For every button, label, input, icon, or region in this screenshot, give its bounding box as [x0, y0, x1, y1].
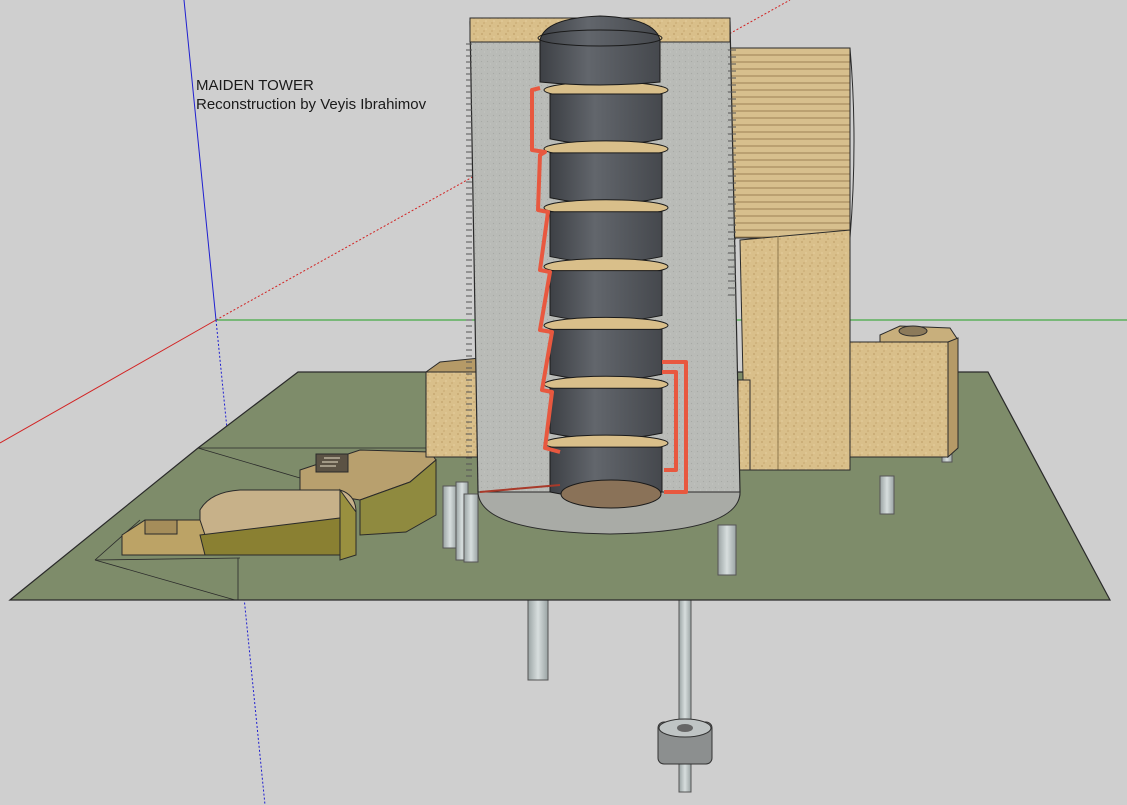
top-cap	[539, 15, 661, 86]
right-annex	[847, 325, 959, 459]
annex-roof-hole	[898, 325, 928, 337]
chamber-cylinder	[549, 93, 663, 146]
maiden-tower	[466, 15, 741, 535]
annex-block	[847, 341, 949, 458]
ground-post	[717, 524, 737, 576]
3d-model-scene[interactable]	[0, 0, 1127, 805]
annex-block-side	[947, 337, 959, 459]
sketchup-viewport[interactable]: MAIDEN TOWER Reconstruction by Veyis Ibr…	[0, 0, 1127, 805]
ground-post	[463, 493, 479, 563]
small-niche	[144, 519, 178, 535]
ribbed-facade	[727, 47, 851, 239]
stone-block-face	[425, 371, 483, 458]
shaft-collar-hole	[677, 724, 693, 732]
red-axis-solid	[0, 319, 217, 444]
inner-chambers	[543, 81, 669, 499]
ribbed-right-curve	[849, 47, 855, 239]
chamber-cylinder	[549, 387, 663, 440]
ground-post	[879, 475, 895, 515]
stair-opening	[315, 453, 349, 473]
model-subtitle: Reconstruction by Veyis Ibrahimov	[196, 96, 427, 113]
chamber-cylinder	[549, 270, 663, 322]
chamber-cylinder	[549, 152, 663, 205]
blue-axis-solid	[183, 0, 217, 321]
model-title: MAIDEN TOWER	[196, 77, 314, 94]
model-annotation: MAIDEN TOWER Reconstruction by Veyis Ibr…	[196, 76, 426, 114]
stone-lower-facade	[739, 229, 851, 471]
stone-block-top	[424, 357, 481, 373]
chamber-cylinder	[549, 328, 663, 381]
ground-post	[442, 485, 458, 549]
bottom-floor	[560, 479, 662, 509]
chamber-cylinder	[549, 211, 663, 264]
